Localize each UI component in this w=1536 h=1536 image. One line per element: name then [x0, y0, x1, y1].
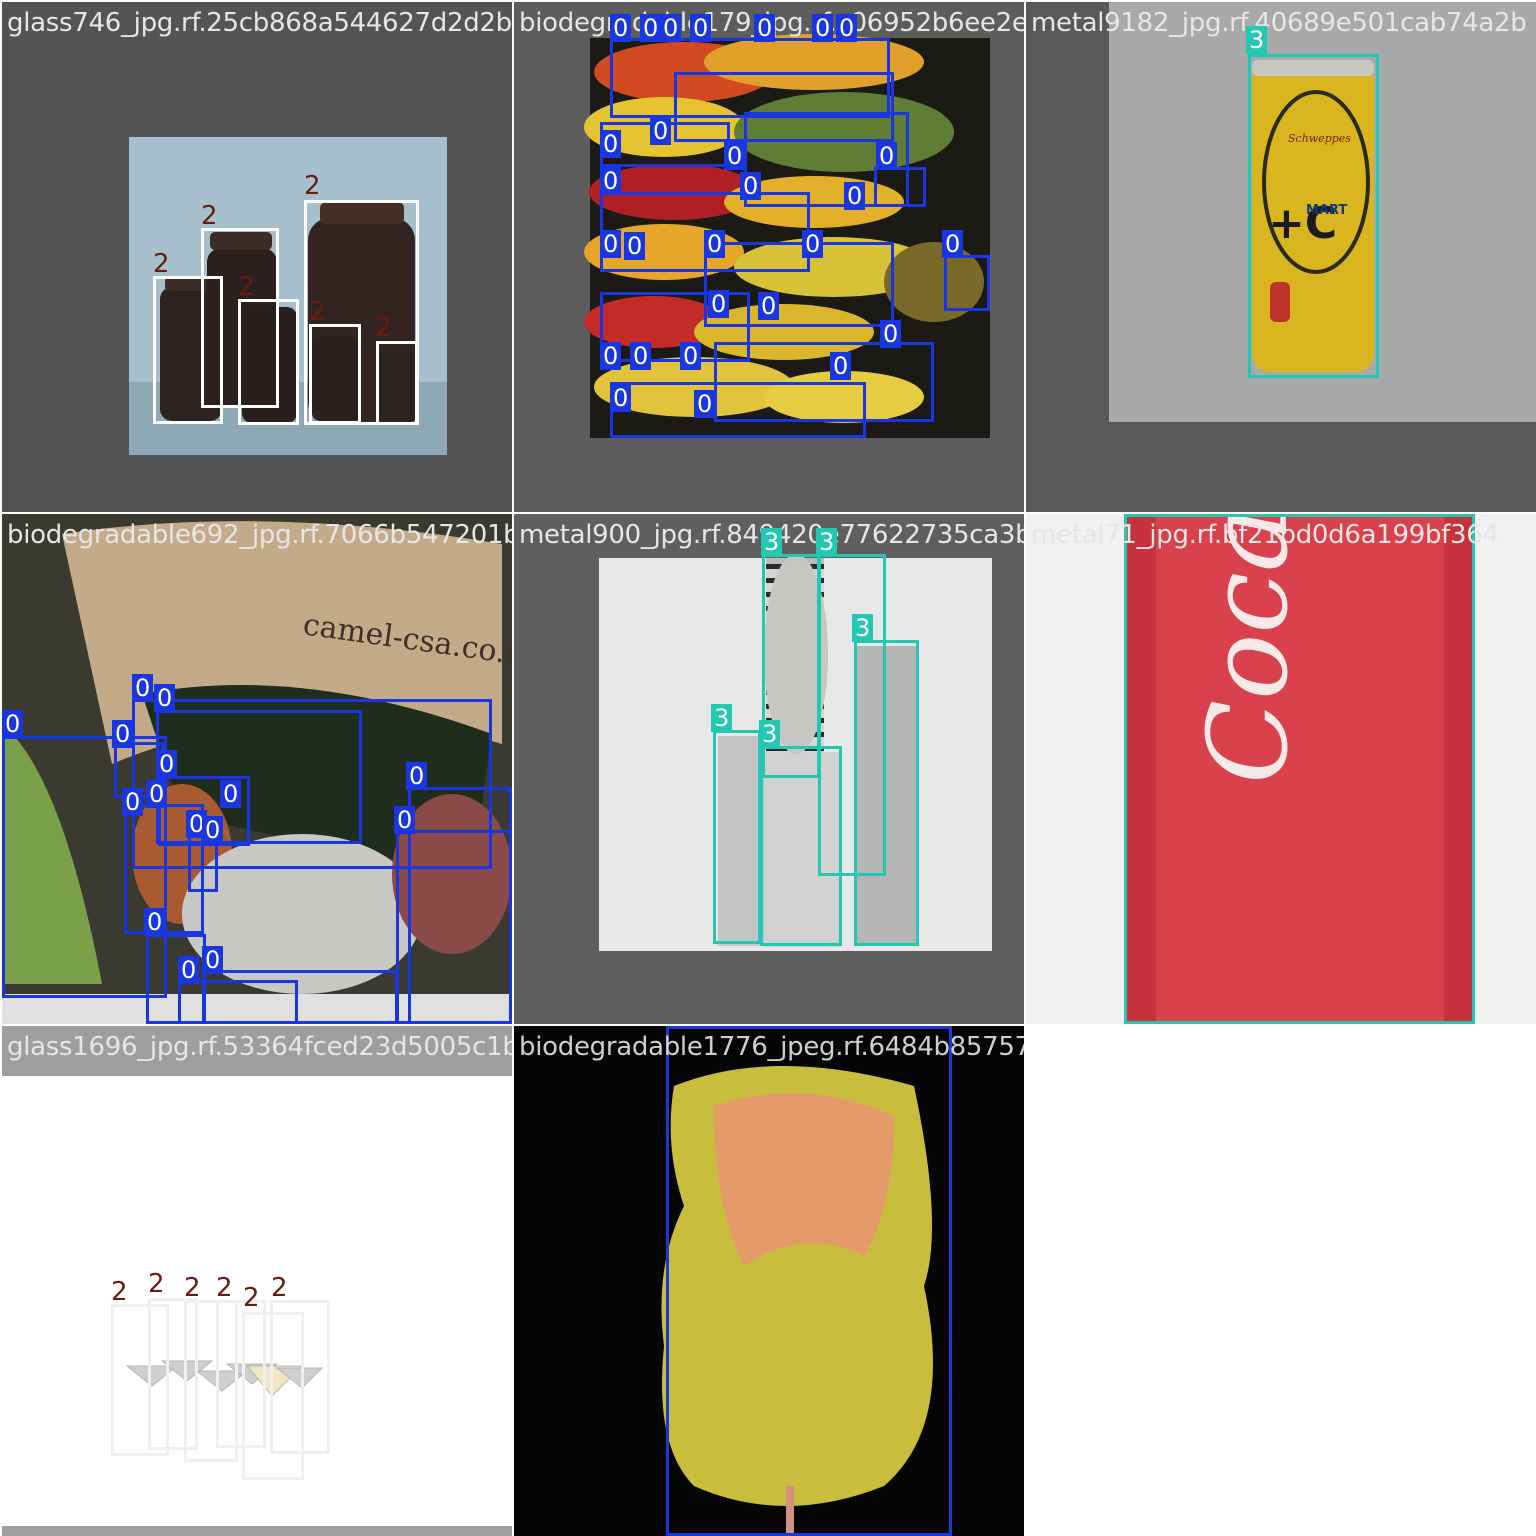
- class-label: 0: [836, 14, 858, 42]
- tile-biodegradable1776: biodegradable1776_jpeg.rf.6484b8575736dd…: [514, 1026, 1024, 1536]
- class-label: 0: [202, 816, 224, 844]
- class-label: 0: [600, 130, 622, 158]
- bbox-class2: [376, 341, 418, 425]
- tile-metal900: metal900_jpg.rf.849420e77622735ca3bea4 3…: [514, 514, 1024, 1024]
- bbox-class0: [666, 1026, 952, 1536]
- class-label: 0: [880, 320, 902, 348]
- filename-label: metal9182_jpg.rf.40689e501cab74a2b: [1031, 8, 1527, 38]
- class-label: 2: [216, 1273, 233, 1303]
- class-label: 2: [153, 249, 170, 279]
- class-label: 0: [146, 780, 168, 808]
- tile-biodegradable692: camel-csa.co.uk biodegradable692_jpg.rf.…: [2, 514, 512, 1024]
- class-label: 0: [802, 230, 824, 258]
- filename-label: glass746_jpg.rf.25cb868a544627d2d2bcbe: [7, 8, 512, 38]
- class-label: 3: [852, 614, 874, 642]
- bbox-class2: [238, 299, 299, 425]
- filename-label: biodegradable692_jpg.rf.7066b547201bd148: [7, 520, 512, 550]
- class-label: 0: [704, 230, 726, 258]
- tile-metal71: Coca-Cola metal71_jpg.rf.bf21bd0d6a199bf…: [1026, 514, 1536, 1024]
- filename-label: glass1696_jpg.rf.53364fced23d5005c1bf1d9: [2, 1032, 512, 1062]
- bbox-class0: [874, 167, 926, 207]
- class-label: 0: [640, 14, 662, 42]
- bbox-class3: [713, 730, 761, 944]
- bbox-class3: [1248, 54, 1379, 378]
- bbox-class0: [610, 382, 866, 438]
- class-label: 0: [694, 390, 716, 418]
- class-label: 2: [201, 201, 218, 231]
- class-label: 0: [406, 762, 428, 790]
- class-label: 0: [112, 720, 134, 748]
- class-label: 3: [1246, 26, 1268, 54]
- class-label: 0: [660, 14, 682, 42]
- tile-glass1696: glass1696_jpg.rf.53364fced23d5005c1bf1d9…: [2, 1026, 512, 1536]
- class-label: 0: [876, 142, 898, 170]
- class-label: 2: [309, 297, 326, 327]
- class-label: 0: [624, 232, 646, 260]
- class-label: 3: [761, 528, 783, 556]
- class-label: 0: [758, 292, 780, 320]
- class-label: 0: [724, 142, 746, 170]
- class-label: 0: [122, 788, 144, 816]
- class-label: 3: [816, 528, 838, 556]
- class-label: 0: [220, 780, 242, 808]
- bbox-class3: [854, 640, 919, 946]
- class-label: 0: [754, 14, 776, 42]
- bbox-class2: [309, 324, 361, 424]
- class-label: 0: [680, 342, 702, 370]
- class-label: 0: [600, 342, 622, 370]
- class-label: 0: [156, 750, 178, 778]
- filename-label: biodegradable1776_jpeg.rf.6484b8575736dd: [519, 1032, 1024, 1062]
- class-label: 2: [238, 272, 255, 302]
- class-label: 0: [650, 117, 672, 145]
- mosaic-grid: glass746_jpg.rf.25cb868a544627d2d2bcbe 2…: [0, 0, 1536, 1536]
- class-label: 0: [812, 14, 834, 42]
- class-label: 0: [144, 908, 166, 936]
- class-label: 2: [271, 1273, 288, 1303]
- class-label: 0: [178, 956, 200, 984]
- bbox-class3: [760, 746, 842, 946]
- tile-empty: [1026, 1026, 1536, 1536]
- class-label: 2: [243, 1283, 260, 1313]
- class-label: 2: [375, 313, 392, 343]
- class-label: 0: [630, 342, 652, 370]
- class-label: 3: [759, 720, 781, 748]
- class-label: 0: [600, 167, 622, 195]
- class-label: 2: [304, 171, 321, 201]
- class-label: 0: [830, 352, 852, 380]
- class-label: 0: [600, 230, 622, 258]
- bbox-class2: [270, 1300, 330, 1454]
- class-label: 0: [610, 14, 632, 42]
- class-label: 0: [610, 384, 632, 412]
- class-label: 2: [184, 1273, 201, 1303]
- class-label: 0: [132, 674, 154, 702]
- class-label: 0: [942, 230, 964, 258]
- class-label: 0: [394, 806, 416, 834]
- class-label: 0: [690, 14, 712, 42]
- class-label: 0: [154, 684, 176, 712]
- bbox-class0: [944, 255, 990, 311]
- class-label: 0: [202, 946, 224, 974]
- tile-glass746: glass746_jpg.rf.25cb868a544627d2d2bcbe 2…: [2, 2, 512, 512]
- tile-biodegradable179: biodegradable179_jpg.rf.c06952b6ee2e8 0 …: [514, 2, 1024, 512]
- class-label: 3: [711, 704, 733, 732]
- filename-label: metal71_jpg.rf.bf21bd0d6a199bf364: [1031, 520, 1499, 550]
- class-label: 0: [844, 182, 866, 210]
- bbox-class3: [1124, 514, 1475, 1024]
- class-label: 0: [708, 290, 730, 318]
- bbox-class0: [396, 830, 512, 1024]
- class-label: 2: [111, 1277, 128, 1307]
- class-label: 2: [148, 1269, 165, 1299]
- tile-metal9182: +C MART Schweppes metal9182_jpg.rf.40689…: [1026, 2, 1536, 512]
- bbox-class0: [202, 970, 398, 1024]
- class-label: 0: [740, 172, 762, 200]
- class-label: 0: [2, 710, 24, 738]
